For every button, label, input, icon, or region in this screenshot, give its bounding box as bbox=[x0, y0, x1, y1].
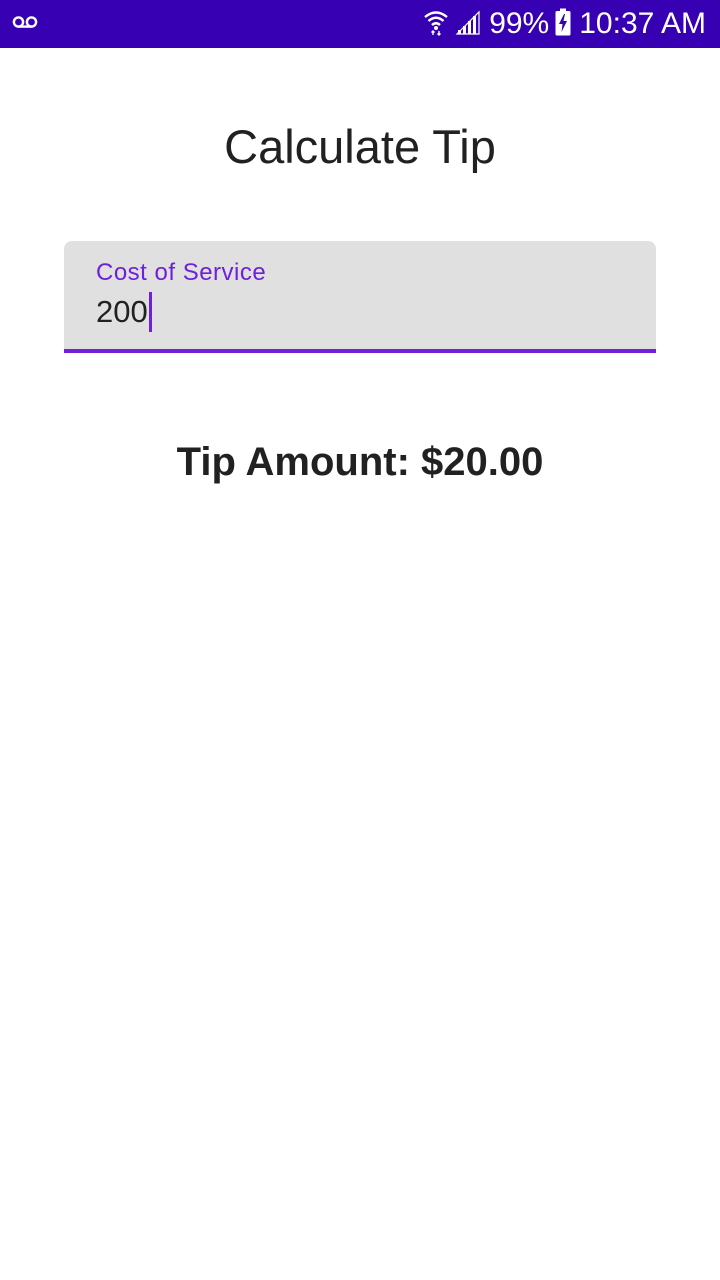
cost-of-service-input[interactable]: 200 bbox=[96, 291, 152, 333]
text-cursor bbox=[148, 292, 152, 332]
status-time: 10:37 AM bbox=[579, 7, 706, 40]
status-bar-right: 99% 10:37 AM bbox=[417, 0, 706, 48]
battery-charging-icon bbox=[555, 8, 571, 41]
tip-calculator-screen: 99% 10:37 AM Calculate Tip Cost of Servi… bbox=[0, 0, 720, 1280]
tip-amount-result: Tip Amount: $20.00 bbox=[176, 440, 544, 484]
wifi-icon bbox=[423, 8, 449, 41]
cost-of-service-field[interactable]: Cost of Service 200 bbox=[64, 241, 656, 353]
status-bar: 99% 10:37 AM bbox=[0, 0, 720, 48]
cost-of-service-value: 200 bbox=[96, 294, 148, 329]
voicemail-icon bbox=[12, 15, 38, 34]
battery-percent: 99% bbox=[489, 7, 550, 40]
cost-of-service-label: Cost of Service bbox=[96, 259, 267, 286]
cell-signal-icon bbox=[455, 9, 481, 40]
page-title: Calculate Tip bbox=[224, 120, 496, 173]
status-bar-left bbox=[12, 15, 38, 34]
